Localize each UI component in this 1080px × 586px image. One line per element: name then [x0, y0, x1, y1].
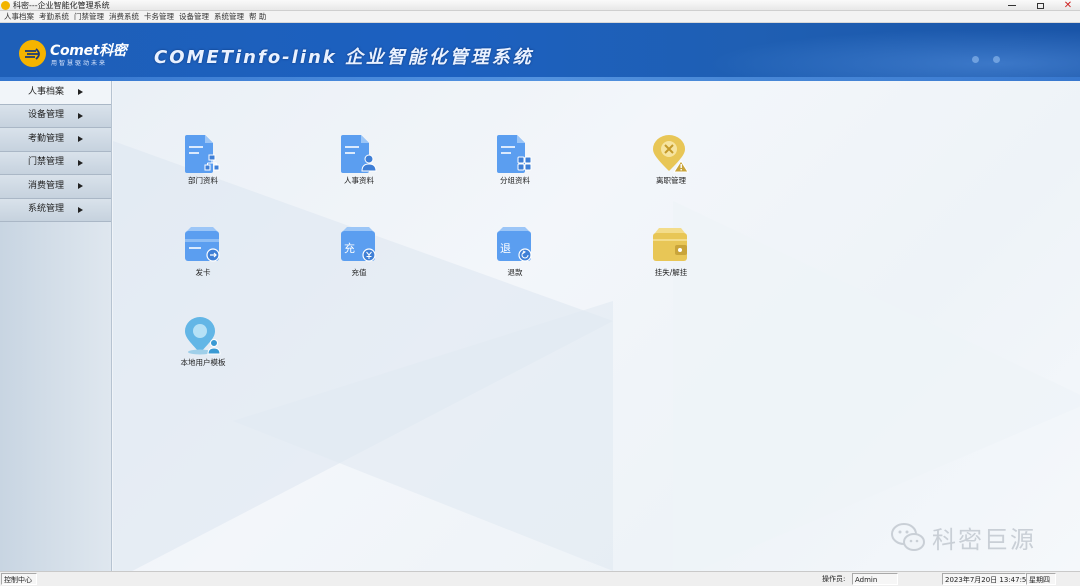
- menu-consumption[interactable]: 消费系统: [108, 11, 143, 22]
- sidebar-item-personnel[interactable]: 人事档案: [0, 81, 111, 105]
- tile-label: 退款: [507, 268, 523, 277]
- sidebar-item-device[interactable]: 设备管理: [0, 104, 111, 128]
- menu-device[interactable]: 设备管理: [178, 11, 213, 22]
- refund-card-icon: 退: [497, 227, 533, 265]
- sidebar-item-access[interactable]: 门禁管理: [0, 151, 111, 175]
- watermark-text: 科密巨源: [932, 526, 1036, 554]
- tile-label: 挂失/解挂: [654, 268, 688, 277]
- menu-system[interactable]: 系统管理: [213, 11, 248, 22]
- maximize-button[interactable]: [1032, 1, 1048, 11]
- menu-access[interactable]: 门禁管理: [73, 11, 108, 22]
- tile-personnel[interactable]: 人事资料: [319, 135, 399, 195]
- maximize-icon: [1036, 2, 1044, 9]
- sidebar-item-system[interactable]: 系统管理: [0, 198, 111, 222]
- status-operator-label: 操作员:: [822, 575, 846, 583]
- watermark: 科密巨源: [890, 520, 1036, 555]
- personnel-doc-icon: [341, 135, 377, 173]
- refund-glyph: 退: [500, 242, 511, 255]
- banner-title: COMETinfo-link 企业智能化管理系统: [154, 43, 534, 69]
- status-control-center[interactable]: 控制中心: [1, 573, 37, 585]
- tile-refund[interactable]: 退 退款: [475, 227, 555, 287]
- tile-label: 人事资料: [344, 176, 374, 185]
- resignation-pin-icon: [653, 135, 689, 173]
- window-title: 科密---企业智能化管理系统: [13, 1, 110, 10]
- wechat-icon: [890, 522, 926, 554]
- banner-decoration: [972, 56, 1000, 63]
- close-button[interactable]: ✕: [1060, 0, 1076, 11]
- minimize-button[interactable]: [1004, 1, 1020, 11]
- status-operator-value: Admin: [852, 573, 898, 585]
- menu-help[interactable]: 帮 助: [248, 11, 270, 22]
- logo-slogan: 用智慧驱动未来: [51, 60, 108, 67]
- tile-label: 部门资料: [188, 176, 218, 185]
- recharge-card-icon: 充: [341, 227, 377, 265]
- report-loss-wallet-icon: [653, 227, 689, 265]
- sidebar-item-label: 人事档案: [28, 86, 65, 97]
- menu-personnel[interactable]: 人事档案: [3, 11, 38, 22]
- sidebar-item-label: 设备管理: [28, 110, 65, 121]
- tile-group[interactable]: 分组资料: [475, 135, 555, 195]
- arrow-right-icon: [78, 183, 83, 189]
- app-icon: [1, 1, 10, 10]
- banner-title-cn: 企业智能化管理系统: [344, 47, 534, 68]
- recharge-glyph: 充: [344, 241, 355, 255]
- local-user-pin-icon: [185, 317, 221, 355]
- group-doc-icon: [497, 135, 533, 173]
- menubar: 人事档案 考勤系统 门禁管理 消费系统 卡务管理 设备管理 系统管理 帮 助: [0, 11, 1080, 23]
- main-content: 部门资料 人事资料 分组资料 离职管理 发卡 充 充值 退 退款 挂失/解挂 本…: [113, 81, 1080, 571]
- status-datetime: 2023年7月20日 13:47:57: [942, 573, 1031, 585]
- arrow-right-icon: [78, 112, 83, 119]
- tile-label: 本地用户模板: [180, 358, 226, 367]
- minimize-icon: [1008, 5, 1016, 6]
- window-titlebar: 科密---企业智能化管理系统 ✕: [0, 0, 1080, 11]
- arrow-right-icon: [78, 136, 83, 142]
- banner-title-en: COMETinfo-link: [154, 47, 337, 68]
- sidebar-item-label: 系统管理: [28, 204, 65, 215]
- header-banner: Comet科密 用智慧驱动未来 COMETinfo-link 企业智能化管理系统: [0, 23, 1080, 81]
- arrow-right-icon: [78, 89, 83, 95]
- sidebar-item-attendance[interactable]: 考勤管理: [0, 128, 111, 152]
- tile-label: 发卡: [195, 268, 211, 277]
- tile-resignation[interactable]: 离职管理: [631, 135, 711, 195]
- logo-text: Comet科密: [50, 43, 127, 59]
- sidebar-item-consumption[interactable]: 消费管理: [0, 175, 111, 199]
- issue-card-icon: [185, 227, 221, 265]
- tile-report-loss[interactable]: 挂失/解挂: [631, 227, 711, 287]
- arrow-right-icon: [78, 206, 83, 213]
- tile-local-user-template[interactable]: 本地用户模板: [163, 317, 243, 377]
- department-doc-icon: [185, 135, 221, 173]
- sidebar: 人事档案 设备管理 考勤管理 门禁管理 消费管理 系统管理: [0, 81, 112, 571]
- tile-issue-card[interactable]: 发卡: [163, 227, 243, 287]
- tile-department[interactable]: 部门资料: [163, 135, 243, 195]
- window-controls: ✕: [1004, 0, 1076, 11]
- tile-label: 分组资料: [500, 176, 530, 185]
- menu-card[interactable]: 卡务管理: [143, 11, 178, 22]
- status-bar: 控制中心 操作员: Admin 2023年7月20日 13:47:57 星期四: [0, 571, 1080, 586]
- tile-label: 充值: [351, 268, 367, 277]
- arrow-right-icon: [78, 159, 83, 166]
- sidebar-item-label: 考勤管理: [28, 133, 65, 144]
- tile-recharge[interactable]: 充 充值: [319, 227, 399, 287]
- sidebar-item-label: 门禁管理: [28, 157, 65, 168]
- status-weekday: 星期四: [1026, 573, 1056, 585]
- comet-logo-icon: [19, 40, 46, 67]
- menu-attendance[interactable]: 考勤系统: [38, 11, 73, 22]
- tile-label: 离职管理: [656, 176, 686, 185]
- sidebar-item-label: 消费管理: [28, 180, 65, 191]
